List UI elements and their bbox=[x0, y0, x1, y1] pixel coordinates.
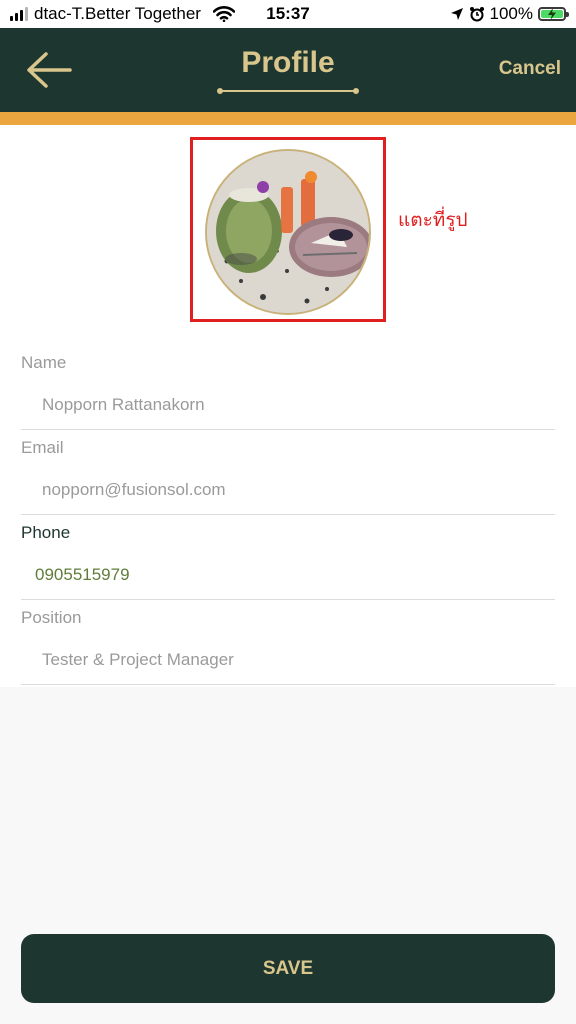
avatar-photo bbox=[207, 151, 369, 313]
app-header: Profile Cancel bbox=[0, 28, 576, 112]
location-arrow-icon bbox=[450, 8, 463, 20]
status-bar: dtac-T.Better Together 15:37 100% bbox=[0, 0, 576, 28]
phone-input[interactable]: 0905515979 bbox=[35, 565, 130, 585]
save-button[interactable]: SAVE bbox=[21, 934, 555, 1003]
profile-avatar[interactable] bbox=[205, 149, 371, 315]
name-label: Name bbox=[21, 353, 67, 372]
battery-percent: 100% bbox=[489, 4, 533, 23]
position-label: Position bbox=[21, 608, 82, 627]
title-underline bbox=[217, 88, 359, 94]
phone-field: Phone 0905515979 bbox=[21, 515, 555, 600]
avatar-highlight-frame bbox=[190, 137, 386, 322]
position-input[interactable]: Tester & Project Manager bbox=[42, 650, 234, 670]
position-field: Position Tester & Project Manager bbox=[21, 600, 555, 685]
page-title: Profile bbox=[241, 46, 335, 79]
phone-label: Phone bbox=[21, 523, 71, 542]
name-input[interactable]: Nopporn Rattanakorn bbox=[42, 395, 205, 415]
cancel-button[interactable]: Cancel bbox=[499, 58, 561, 80]
email-field: Email nopporn@fusionsol.com bbox=[21, 430, 555, 515]
email-label: Email bbox=[21, 438, 64, 457]
name-field: Name Nopporn Rattanakorn bbox=[21, 345, 555, 430]
email-input[interactable]: nopporn@fusionsol.com bbox=[42, 480, 226, 500]
battery-charging-icon bbox=[538, 7, 569, 21]
profile-form: แตะที่รูป Name Nopporn Rattanakorn Email… bbox=[0, 125, 576, 687]
status-right: 100% bbox=[450, 4, 569, 24]
tap-photo-hint: แตะที่รูป bbox=[398, 210, 468, 231]
alarm-clock-icon bbox=[469, 7, 484, 22]
accent-bar bbox=[0, 112, 576, 125]
